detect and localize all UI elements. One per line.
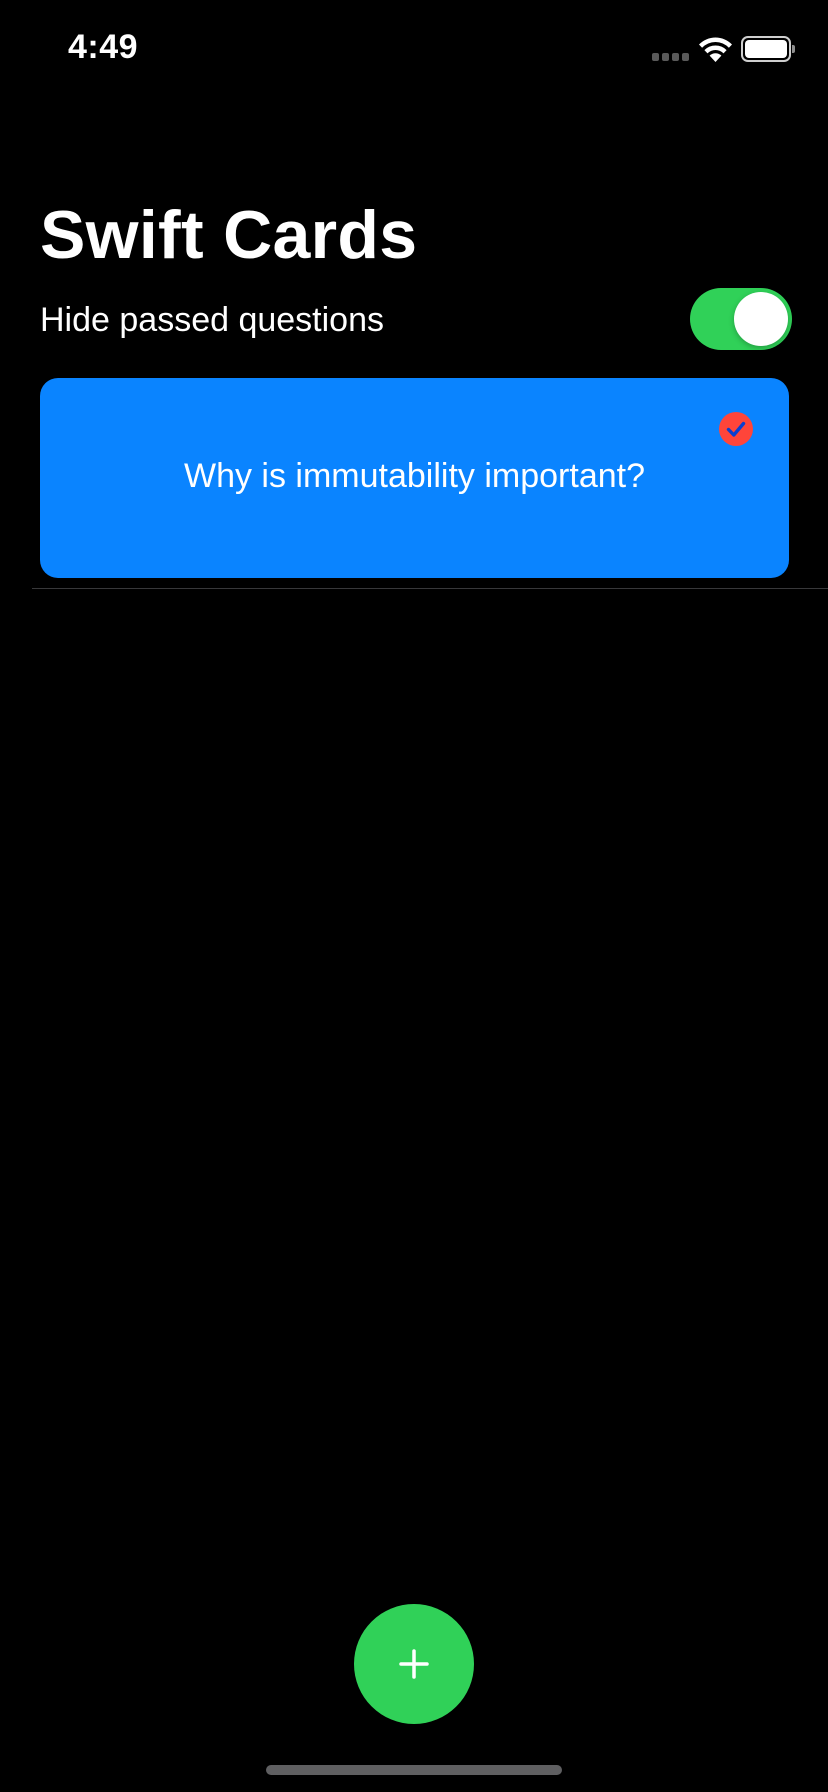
checkmark-circle-icon xyxy=(719,412,753,446)
hide-passed-row: Hide passed questions xyxy=(40,284,792,354)
home-indicator xyxy=(266,1765,562,1775)
hide-passed-label: Hide passed questions xyxy=(40,301,385,339)
page-title: Swift Cards xyxy=(40,197,418,273)
toggle-knob xyxy=(734,292,788,346)
battery-icon xyxy=(741,36,795,62)
status-bar: 4:49 xyxy=(0,0,828,100)
hide-passed-toggle[interactable] xyxy=(690,288,792,350)
add-card-button[interactable] xyxy=(354,1604,474,1724)
list-separator xyxy=(32,588,828,589)
question-card[interactable]: Why is immutability important? xyxy=(40,378,789,578)
signal-icon xyxy=(652,53,690,61)
card-question: Why is immutability important? xyxy=(183,457,645,495)
wifi-icon xyxy=(699,37,732,62)
plus-icon xyxy=(399,1649,429,1679)
status-time: 4:49 xyxy=(68,28,139,66)
